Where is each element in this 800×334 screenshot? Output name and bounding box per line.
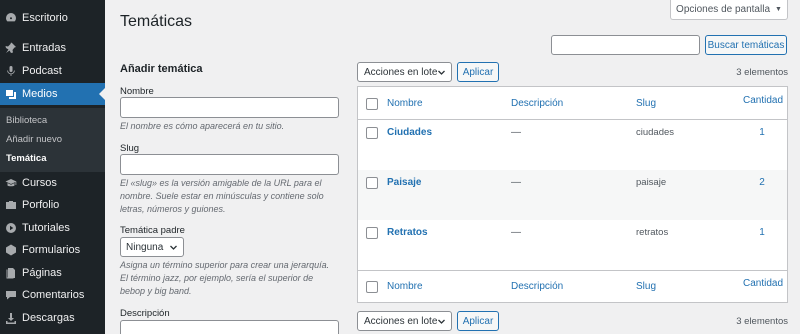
parent-description: Asigna un término superior para crear un… <box>120 260 330 296</box>
table-header-row: Nombre Descripción Slug Cantidad <box>358 87 787 120</box>
sidebar-item-label: Medios <box>22 88 58 100</box>
column-name[interactable]: Nombre <box>387 281 423 292</box>
row-checkbox[interactable] <box>366 227 378 239</box>
sidebar-item-cursos[interactable]: Cursos <box>0 172 105 194</box>
terms-table: Nombre Descripción Slug Cantidad Ciudade… <box>357 86 788 303</box>
sidebar-item-label: Escritorio <box>22 12 68 24</box>
portfolio-icon <box>0 199 22 211</box>
items-count: 3 elementos <box>736 67 788 78</box>
column-slug[interactable]: Slug <box>636 281 656 292</box>
add-term-heading: Añadir temática <box>120 63 203 75</box>
term-description: — <box>511 127 521 138</box>
sidebar-item-comentarios[interactable]: Comentarios <box>0 284 105 306</box>
parent-label: Temática padre <box>120 225 185 236</box>
bulk-actions-value: Acciones en lote <box>364 315 438 327</box>
screen-options-button[interactable]: Opciones de pantalla ▼ <box>670 0 788 20</box>
term-count-link[interactable]: 2 <box>747 177 777 188</box>
sidebar-item-porfolio[interactable]: Porfolio <box>0 194 105 216</box>
chevron-down-icon <box>169 243 178 252</box>
term-count-link[interactable]: 1 <box>747 127 777 138</box>
sidebar-item-entradas[interactable]: Entradas <box>0 37 105 59</box>
page-title: Temáticas <box>120 13 193 30</box>
term-name-link[interactable]: Retratos <box>387 227 428 238</box>
sidebar-item-paginas[interactable]: Páginas <box>0 262 105 284</box>
submenu-item-tematica[interactable]: Temática <box>6 153 46 164</box>
pages-icon <box>0 267 22 279</box>
column-description[interactable]: Descripción <box>511 281 563 292</box>
sidebar-item-label: Podcast <box>22 65 62 77</box>
column-description[interactable]: Descripción <box>511 98 563 109</box>
name-field[interactable] <box>120 97 339 118</box>
select-all-checkbox[interactable] <box>366 98 378 110</box>
column-slug[interactable]: Slug <box>636 98 656 109</box>
pin-icon <box>0 42 22 54</box>
select-all-checkbox[interactable] <box>366 281 378 293</box>
name-description: El nombre es cómo aparecerá en tu sitio. <box>120 121 285 131</box>
sidebar-item-escritorio[interactable]: Escritorio <box>0 7 105 29</box>
term-slug: retratos <box>636 227 669 238</box>
row-checkbox[interactable] <box>366 177 378 189</box>
slug-field[interactable] <box>120 154 339 175</box>
term-description: — <box>511 177 521 188</box>
term-name-link[interactable]: Paisaje <box>387 177 421 188</box>
bulk-actions-value: Acciones en lote <box>364 66 438 78</box>
media-submenu: Biblioteca Añadir nuevo Temática <box>0 108 105 172</box>
term-name-link[interactable]: Ciudades <box>387 127 432 138</box>
submenu-item-anadir-nuevo[interactable]: Añadir nuevo <box>6 134 62 145</box>
sidebar-item-label: Páginas <box>22 267 62 279</box>
sidebar-item-label: Formularios <box>22 244 81 256</box>
term-slug: ciudades <box>636 127 675 138</box>
search-button[interactable]: Buscar temáticas <box>705 35 787 55</box>
apply-button-bottom[interactable]: Aplicar <box>457 311 499 331</box>
sidebar-item-label: Tutoriales <box>22 222 70 234</box>
media-icon <box>0 88 22 100</box>
forms-icon <box>0 244 22 256</box>
term-description: — <box>511 227 521 238</box>
sidebar-item-label: Descargas <box>22 312 75 324</box>
description-textarea[interactable] <box>120 320 339 334</box>
term-count-link[interactable]: 1 <box>747 227 777 238</box>
comments-icon <box>0 289 22 301</box>
chevron-down-icon <box>437 317 446 326</box>
table-row: Ciudades — ciudades 1 <box>358 120 787 170</box>
play-icon <box>0 222 22 234</box>
sidebar-item-podcast[interactable]: Podcast <box>0 60 105 82</box>
chevron-down-icon <box>437 68 446 77</box>
sidebar-item-tutoriales[interactable]: Tutoriales <box>0 217 105 239</box>
graduation-cap-icon <box>0 177 22 189</box>
dashboard-icon <box>0 12 22 24</box>
items-count-bottom: 3 elementos <box>736 316 788 327</box>
sidebar-item-formularios[interactable]: Formularios <box>0 239 105 261</box>
table-row: Paisaje — paisaje 2 <box>358 170 787 220</box>
sidebar-item-label: Comentarios <box>22 289 85 301</box>
name-label: Nombre <box>120 86 154 97</box>
search-input[interactable] <box>551 35 700 55</box>
slug-description: El «slug» es la versión amigable de la U… <box>120 178 324 214</box>
bulk-actions-select[interactable]: Acciones en lote <box>357 62 452 82</box>
table-footer-row: Nombre Descripción Slug Cantidad <box>358 270 787 302</box>
sidebar-item-label: Entradas <box>22 42 67 54</box>
description-label: Descripción <box>120 308 170 319</box>
caret-down-icon: ▼ <box>775 6 782 13</box>
download-icon <box>0 312 22 324</box>
apply-button[interactable]: Aplicar <box>457 62 499 82</box>
submenu-item-biblioteca[interactable]: Biblioteca <box>6 115 47 126</box>
parent-select-value: Ninguna <box>126 241 164 253</box>
microphone-icon <box>0 65 22 77</box>
slug-label: Slug <box>120 143 140 154</box>
column-count[interactable]: Cantidad <box>743 95 783 106</box>
column-count[interactable]: Cantidad <box>743 278 783 289</box>
term-slug: paisaje <box>636 177 667 188</box>
column-name[interactable]: Nombre <box>387 98 423 109</box>
sidebar-item-label: Porfolio <box>22 199 60 211</box>
sidebar-item-medios[interactable]: Medios <box>0 83 105 105</box>
admin-sidebar: Escritorio Entradas Podcast Medios Bibli… <box>0 0 105 334</box>
bulk-actions-select-bottom[interactable]: Acciones en lote <box>357 311 452 331</box>
sidebar-item-descargas[interactable]: Descargas <box>0 307 105 329</box>
row-checkbox[interactable] <box>366 127 378 139</box>
table-row: Retratos — retratos 1 <box>358 220 787 270</box>
sidebar-item-label: Cursos <box>22 177 57 189</box>
parent-select[interactable]: Ninguna <box>120 237 184 257</box>
screen-options-label: Opciones de pantalla <box>676 4 771 15</box>
